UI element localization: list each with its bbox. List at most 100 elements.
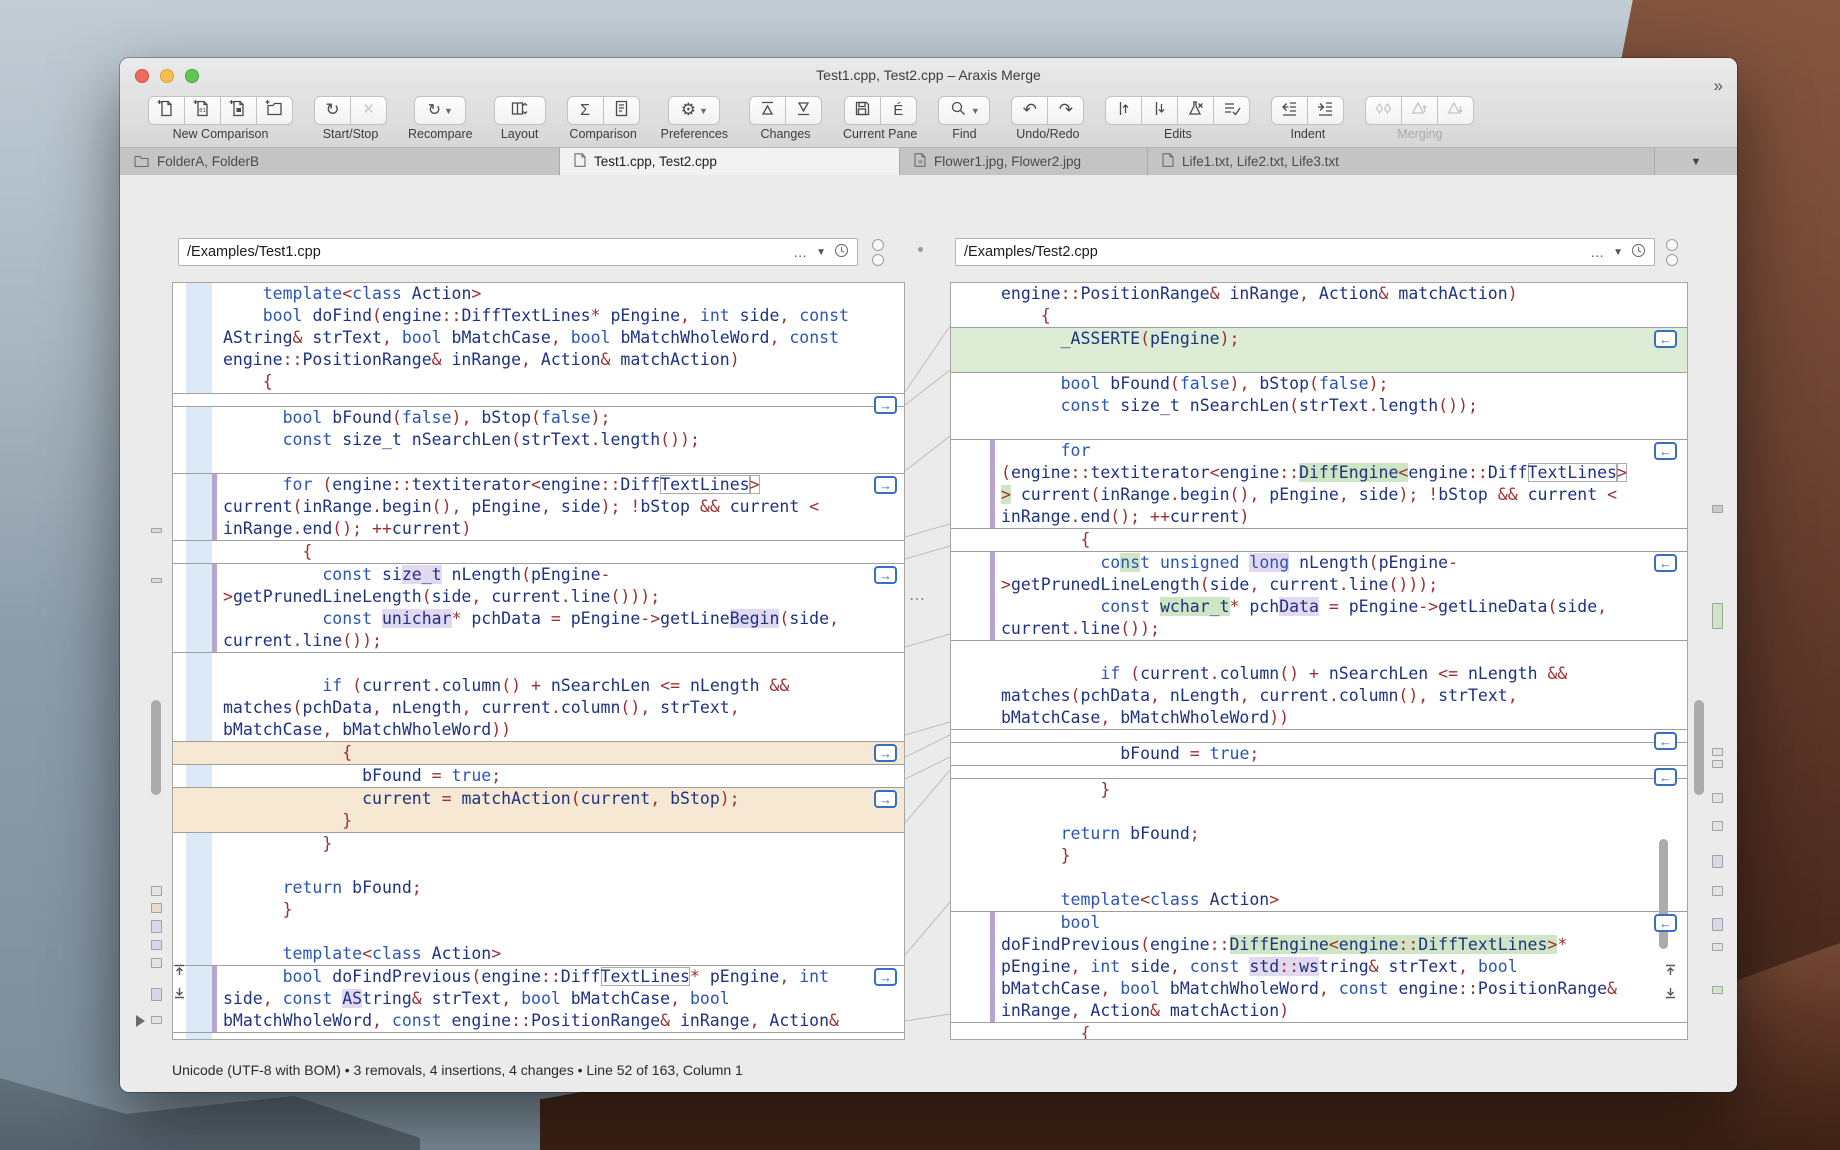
right-jump-to-bottom-icon[interactable]: [1664, 986, 1677, 999]
left-header-menu-icon[interactable]: …: [793, 244, 808, 260]
previous-edit-button[interactable]: [1105, 96, 1142, 125]
left-jump-to-bottom-icon[interactable]: [173, 986, 186, 999]
code-line[interactable]: (engine::textiterator<engine::DiffEngine…: [951, 462, 1687, 484]
code-line[interactable]: engine::PositionRange& inRange, Action& …: [173, 349, 904, 371]
remove-edit-button[interactable]: [1177, 96, 1214, 125]
left-history-icon[interactable]: [834, 243, 849, 262]
right-file-path-field[interactable]: /Examples/Test2.cpp … ▼: [955, 238, 1655, 266]
merge-right-button[interactable]: →: [874, 396, 897, 414]
merge-down-button[interactable]: [1437, 96, 1474, 125]
merge-right-button[interactable]: →: [874, 968, 897, 986]
code-line[interactable]: {: [951, 1023, 1687, 1040]
merge-left-button[interactable]: ←: [1654, 732, 1677, 750]
merge-right-button[interactable]: →: [874, 476, 897, 494]
left-edge-expand-icon[interactable]: [136, 1015, 145, 1027]
code-line[interactable]: return bFound;: [951, 823, 1687, 845]
left-header-dropdown-icon[interactable]: ▼: [816, 247, 826, 258]
code-line[interactable]: }: [951, 845, 1687, 867]
right-header-menu-icon[interactable]: …: [1590, 244, 1605, 260]
code-line[interactable]: const size_t nLength(pEngine-: [173, 564, 904, 586]
code-line[interactable]: }: [173, 810, 904, 832]
left-file-path-field[interactable]: /Examples/Test1.cpp … ▼: [178, 238, 858, 266]
code-line[interactable]: const unsigned long nLength(pEngine-: [951, 552, 1687, 574]
merge-left-button[interactable]: ←: [1654, 914, 1677, 932]
code-line[interactable]: [951, 417, 1687, 439]
summary-button[interactable]: Σ: [567, 96, 604, 125]
code-line[interactable]: _ASSERTE(pEngine);: [951, 328, 1687, 350]
code-line[interactable]: }: [173, 899, 904, 921]
accept-edits-button[interactable]: [1213, 96, 1250, 125]
find-button[interactable]: ▼: [938, 96, 990, 125]
code-line[interactable]: inRange.end(); ++current): [173, 518, 904, 540]
code-line[interactable]: engine::PositionRange& inRange, Action& …: [951, 283, 1687, 305]
toolbar-overflow-chevron[interactable]: »: [1714, 76, 1723, 96]
right-overview-scrollbar-thumb[interactable]: [1694, 700, 1704, 795]
code-line[interactable]: return bFound;: [173, 877, 904, 899]
code-line[interactable]: [951, 801, 1687, 823]
code-line[interactable]: bMatchCase, bMatchWholeWord)): [173, 719, 904, 741]
tab-life1-txt-life2-txt-life3-txt[interactable]: Life1.txt, Life2.txt, Life3.txt: [1148, 148, 1655, 175]
tab-foldera-folderb[interactable]: FolderA, FolderB: [120, 148, 560, 175]
tab-test1-cpp-test2-cpp[interactable]: Test1.cpp, Test2.cpp: [560, 148, 900, 175]
merge-left-button[interactable]: ←: [1654, 554, 1677, 572]
code-line[interactable]: doFindPrevious(engine::DiffEngine<engine…: [951, 934, 1687, 956]
right-jump-to-top-icon[interactable]: [1664, 964, 1677, 977]
merge-right-button[interactable]: →: [874, 790, 897, 808]
code-line[interactable]: [951, 641, 1687, 663]
report-button[interactable]: [603, 96, 640, 125]
code-line[interactable]: bool bFound(false), bStop(false);: [951, 373, 1687, 395]
merge-right-button[interactable]: →: [874, 744, 897, 762]
code-line[interactable]: matches(pchData, nLength, current.column…: [173, 697, 904, 719]
code-line[interactable]: current = matchAction(current, bStop);: [173, 788, 904, 810]
code-line[interactable]: [173, 653, 904, 675]
next-edit-button[interactable]: [1141, 96, 1178, 125]
right-pane-link-indicators[interactable]: [1666, 239, 1679, 269]
code-line[interactable]: bMatchCase, bMatchWholeWord)): [951, 707, 1687, 729]
code-line[interactable]: current.line());: [951, 618, 1687, 640]
right-pane-scrollbar-thumb[interactable]: [1659, 839, 1668, 949]
code-line[interactable]: side, const AString& strText, bool bMatc…: [173, 988, 904, 1010]
code-line[interactable]: template<class Action>: [173, 283, 904, 305]
code-line[interactable]: inRange.end(); ++current): [951, 506, 1687, 528]
code-line[interactable]: current(inRange.begin(), pEngine, side);…: [173, 496, 904, 518]
code-line[interactable]: template<class Action>: [951, 889, 1687, 911]
code-line[interactable]: {: [951, 529, 1687, 551]
code-line[interactable]: {: [173, 541, 904, 563]
code-line[interactable]: bFound = true;: [173, 765, 904, 787]
code-line[interactable]: }: [173, 833, 904, 855]
new-folder-comparison-button[interactable]: [256, 96, 293, 125]
new-text-comparison-button[interactable]: [148, 96, 185, 125]
left-overview-scrollbar-thumb[interactable]: [151, 700, 161, 795]
code-line[interactable]: [173, 451, 904, 473]
titlebar[interactable]: Test1.cpp, Test2.cpp – Araxis Merge: [120, 58, 1737, 92]
code-line[interactable]: {: [951, 305, 1687, 327]
merge-left-button[interactable]: ←: [1654, 768, 1677, 786]
preferences-button[interactable]: ⚙▼: [668, 96, 720, 125]
redo-button[interactable]: ↷: [1047, 96, 1084, 125]
code-line[interactable]: bool bFound(false), bStop(false);: [173, 407, 904, 429]
code-line[interactable]: current.line());: [173, 630, 904, 652]
outdent-button[interactable]: [1271, 96, 1308, 125]
code-line[interactable]: if (current.column() + nSearchLen <= nLe…: [951, 663, 1687, 685]
indent-button[interactable]: [1307, 96, 1344, 125]
code-line[interactable]: bool doFindPrevious(engine::DiffTextLine…: [173, 966, 904, 988]
merge-up-button[interactable]: [1401, 96, 1438, 125]
code-line[interactable]: pEngine, int side, const std::wstring& s…: [951, 956, 1687, 978]
code-line[interactable]: [173, 921, 904, 943]
code-line[interactable]: const size_t nSearchLen(strText.length()…: [951, 395, 1687, 417]
link-circle-icon[interactable]: [1666, 254, 1678, 266]
code-line[interactable]: bFound = true;: [951, 743, 1687, 765]
undo-button[interactable]: ↶: [1011, 96, 1048, 125]
previous-change-button[interactable]: [749, 96, 786, 125]
encoding-button[interactable]: É: [880, 96, 917, 125]
right-code-pane[interactable]: engine::PositionRange& inRange, Action& …: [950, 282, 1688, 1040]
code-line[interactable]: const unichar* pchData = pEngine->getLin…: [173, 608, 904, 630]
code-line[interactable]: >getPrunedLineLength(side, current.line(…: [951, 574, 1687, 596]
code-line[interactable]: template<class Action>: [173, 943, 904, 965]
code-line[interactable]: >getPrunedLineLength(side, current.line(…: [173, 586, 904, 608]
code-line[interactable]: const wchar_t* pchData = pEngine->getLin…: [951, 596, 1687, 618]
stop-button[interactable]: ×: [350, 96, 387, 125]
merge-right-button[interactable]: →: [874, 566, 897, 584]
new-image-comparison-button[interactable]: [220, 96, 257, 125]
next-change-button[interactable]: [785, 96, 822, 125]
